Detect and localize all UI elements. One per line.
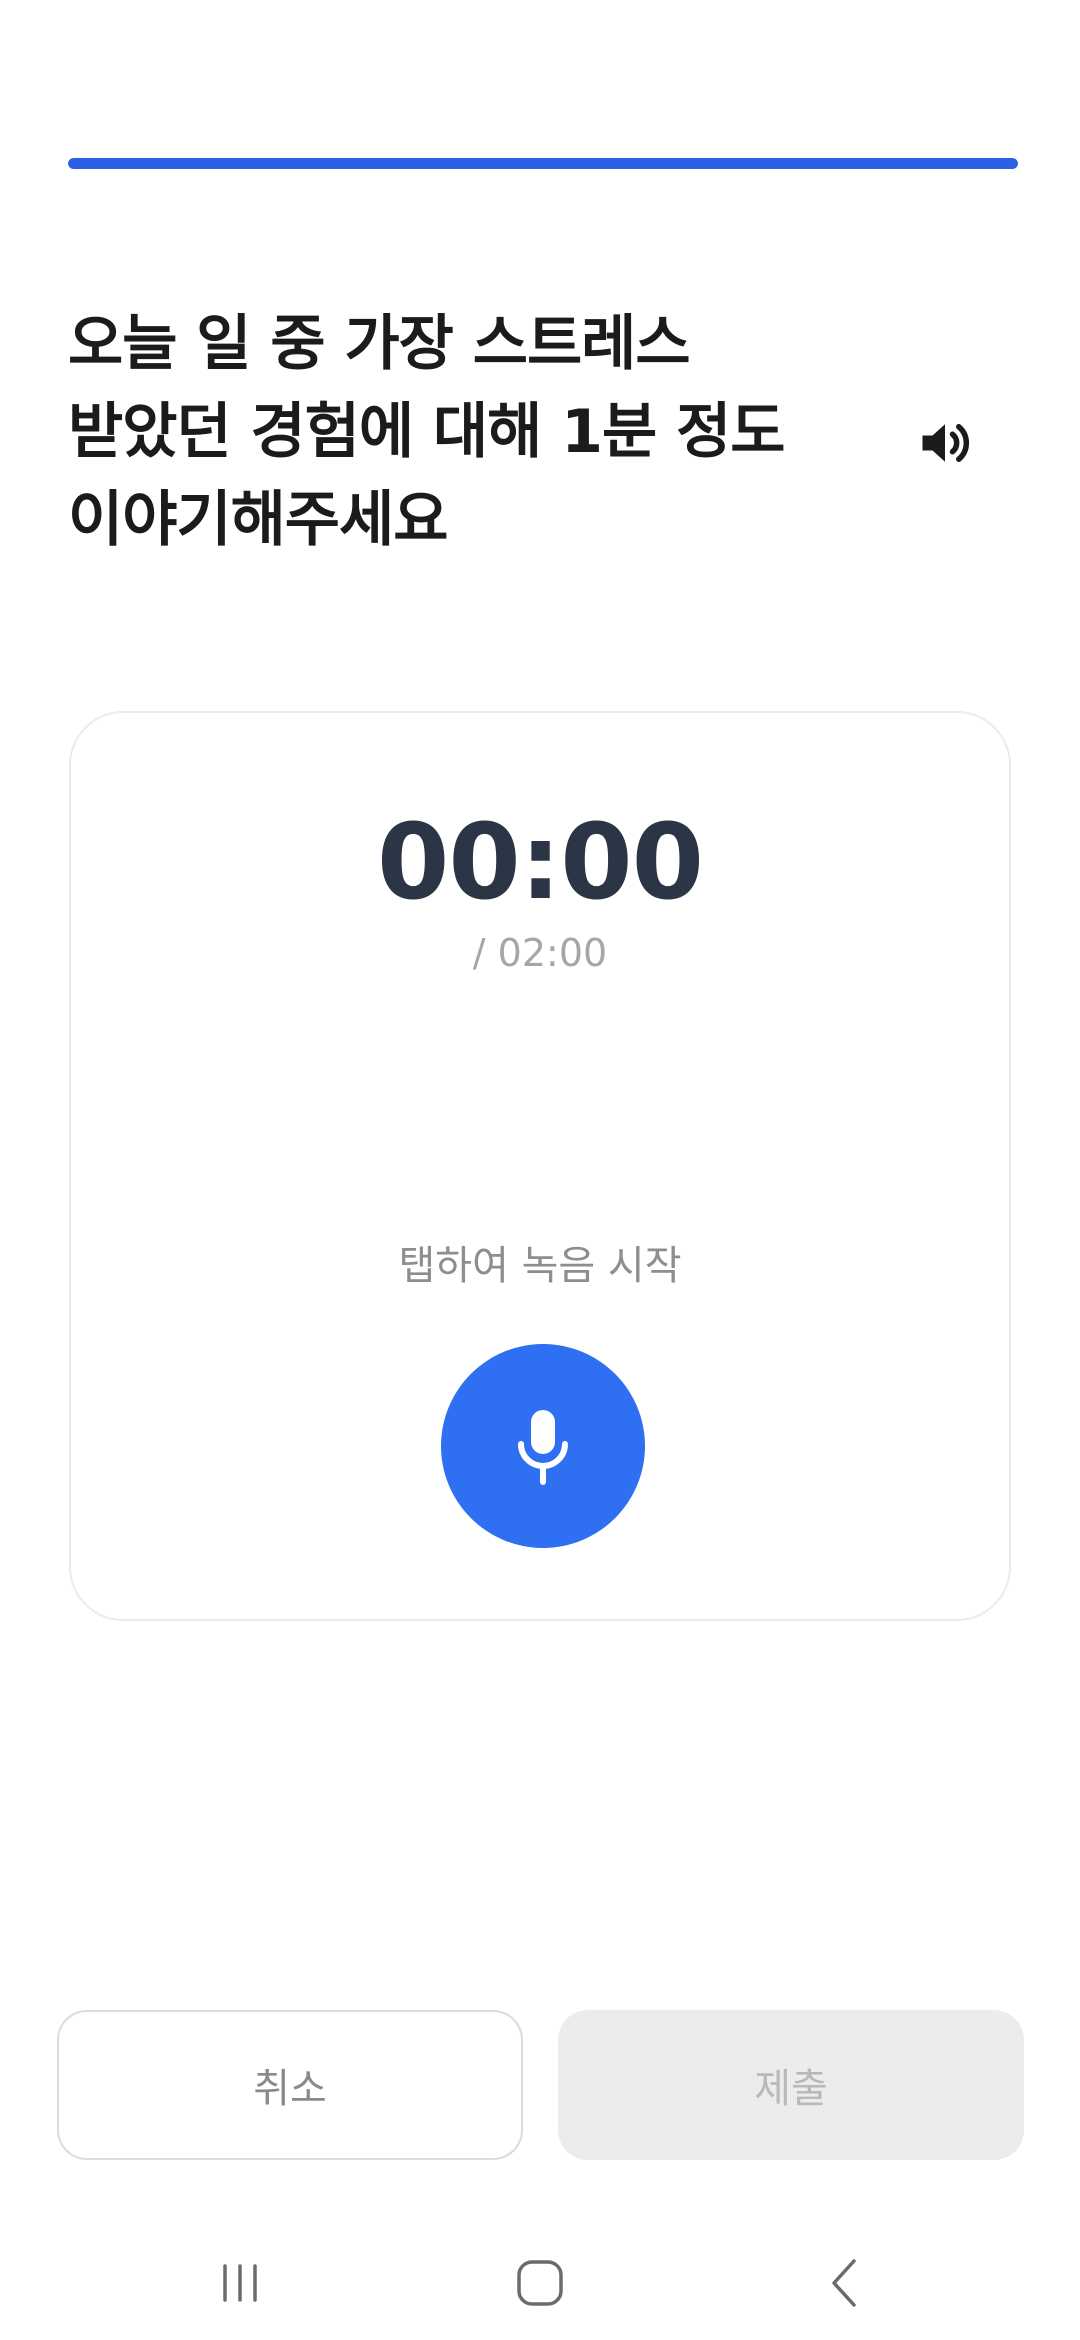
back-button[interactable] [810, 2248, 880, 2318]
home-icon [517, 2260, 563, 2306]
record-hint: 탭하여 녹음 시작 [398, 1243, 682, 1289]
speaker-volume-icon [922, 424, 970, 462]
question-line: 받았던 경험에 대해 1분 정도 [68, 397, 786, 467]
play-question-audio-button[interactable] [912, 410, 978, 476]
recording-card: 00:00 / 02:00 탭하여 녹음 시작 [69, 711, 1011, 1621]
home-button[interactable] [505, 2248, 575, 2318]
question-line: 이야기해주세요 [68, 485, 448, 555]
question-line: 오늘 일 중 가장 스트레스 [68, 309, 691, 379]
timer-limit: / 02:00 [472, 931, 608, 975]
microphone-icon [518, 1410, 568, 1485]
start-recording-button[interactable] [441, 1344, 645, 1548]
system-navigation-bar [0, 2220, 1080, 2340]
cancel-button[interactable]: 취소 [57, 2010, 523, 2160]
back-icon [832, 2259, 856, 2307]
progress-fill [68, 158, 1018, 169]
question-text: 오늘 일 중 가장 스트레스 받았던 경험에 대해 1분 정도 이야기해주세요 [68, 300, 848, 564]
recent-apps-button[interactable] [205, 2248, 275, 2318]
recent-apps-icon [223, 2264, 257, 2302]
progress-bar [68, 158, 1018, 169]
submit-button[interactable]: 제출 [558, 2010, 1024, 2160]
elapsed-timer: 00:00 [376, 801, 704, 923]
